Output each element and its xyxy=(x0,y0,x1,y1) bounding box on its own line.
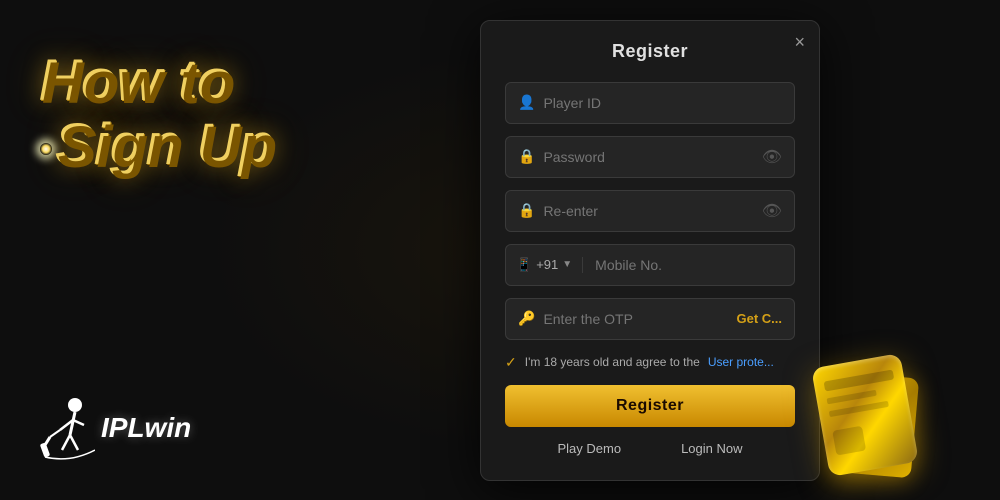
key-icon: 🔑 xyxy=(518,310,535,327)
reenter-input[interactable] xyxy=(543,203,753,219)
player-id-input[interactable] xyxy=(543,95,782,111)
phone-wrapper: 📱 +91 ▼ xyxy=(505,244,795,286)
gold-card-front xyxy=(811,353,919,477)
password-wrapper: 🔒 👁 xyxy=(505,136,795,178)
phone-icon: 📱 xyxy=(516,257,532,273)
otp-input[interactable] xyxy=(543,311,728,327)
modal-footer: Play Demo Login Now xyxy=(505,441,795,456)
agreement-row: ✓ I'm 18 years old and agree to the User… xyxy=(505,354,795,371)
otp-wrapper: 🔑 Get C... xyxy=(505,298,795,340)
chevron-down-icon: ▼ xyxy=(562,259,572,270)
eye-slash-icon[interactable]: 👁 xyxy=(762,147,782,167)
reenter-wrapper: 🔒 👁 xyxy=(505,190,795,232)
lock-icon: 🔒 xyxy=(518,148,535,165)
mobile-group: 📱 +91 ▼ xyxy=(505,244,795,286)
person-icon: 👤 xyxy=(518,94,535,111)
checkmark-icon: ✓ xyxy=(505,354,517,371)
register-button[interactable]: Register xyxy=(505,385,795,427)
play-demo-link[interactable]: Play Demo xyxy=(557,441,621,456)
lock-icon-2: 🔒 xyxy=(518,202,535,219)
password-input[interactable] xyxy=(543,149,753,165)
player-id-wrapper: 👤 xyxy=(505,82,795,124)
close-button[interactable]: × xyxy=(794,33,805,51)
gold-decoration xyxy=(820,360,910,470)
user-protection-link[interactable]: User prote... xyxy=(708,355,774,369)
player-id-group: 👤 xyxy=(505,82,795,124)
password-group: 🔒 👁 xyxy=(505,136,795,178)
register-modal: × Register 👤 🔒 👁 🔒 👁 xyxy=(480,20,820,481)
get-otp-button[interactable]: Get C... xyxy=(736,311,782,326)
login-now-link[interactable]: Login Now xyxy=(681,441,742,456)
modal-title: Register xyxy=(505,41,795,62)
agreement-text: I'm 18 years old and agree to the xyxy=(525,355,700,369)
reenter-group: 🔒 👁 xyxy=(505,190,795,232)
country-code-value: +91 xyxy=(536,257,558,272)
country-code-selector[interactable]: 📱 +91 ▼ xyxy=(506,257,583,273)
eye-slash-icon-2[interactable]: 👁 xyxy=(762,201,782,221)
mobile-input[interactable] xyxy=(583,257,794,273)
otp-group: 🔑 Get C... xyxy=(505,298,795,340)
